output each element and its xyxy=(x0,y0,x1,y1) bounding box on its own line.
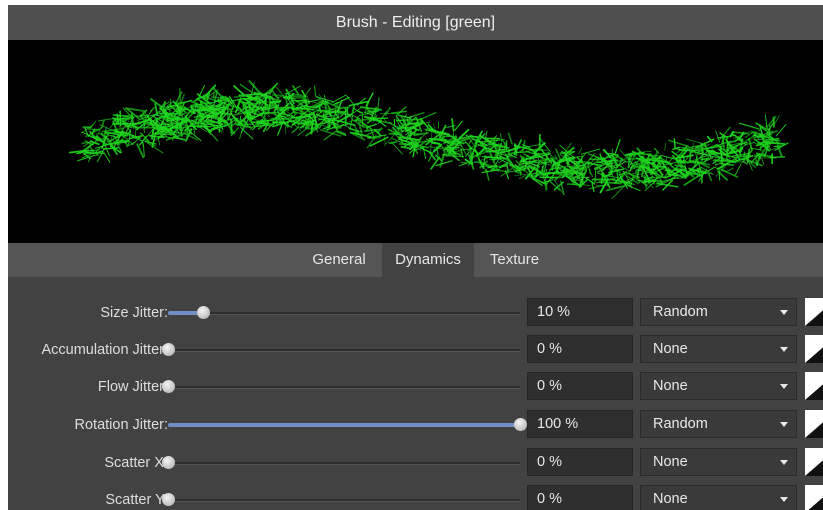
flow-jitter-slider[interactable] xyxy=(162,380,520,393)
size-jitter-slider[interactable] xyxy=(168,306,520,319)
scatter-x-value-field[interactable]: 0 % xyxy=(527,448,633,476)
accumulation-jitter-row: Accumulation Jitter: 0 % None xyxy=(8,332,823,368)
curve-icon xyxy=(808,497,823,510)
size-jitter-mode-dropdown[interactable]: Random xyxy=(640,298,797,326)
slider-fill xyxy=(168,423,520,427)
curve-icon xyxy=(805,384,823,400)
scatter-x-slider[interactable] xyxy=(162,456,520,469)
slider-knob[interactable] xyxy=(162,343,175,356)
accumulation-jitter-mode-dropdown[interactable]: None xyxy=(640,335,797,363)
flow-jitter-label: Flow Jitter: xyxy=(97,379,168,395)
rotation-jitter-label: Rotation Jitter: xyxy=(74,417,169,433)
rotation-jitter-curve-button[interactable] xyxy=(805,410,823,438)
flow-jitter-row: Flow Jitter: 0 % None xyxy=(8,369,823,405)
brush-stroke-preview xyxy=(8,40,823,243)
scatter-y-row: Scatter Y: 0 % None xyxy=(8,482,823,510)
curve-icon xyxy=(805,347,823,363)
dropdown-value: Random xyxy=(653,416,708,432)
tab-bar: General Dynamics Texture xyxy=(8,243,823,277)
brush-bristles xyxy=(68,80,789,199)
flow-jitter-mode-dropdown[interactable]: None xyxy=(640,372,797,400)
scatter-x-curve-button[interactable] xyxy=(805,448,823,476)
scatter-x-row: Scatter X: 0 % None xyxy=(8,445,823,481)
flow-jitter-value-field[interactable]: 0 % xyxy=(527,372,633,400)
window-title: Brush - Editing [green] xyxy=(8,5,823,40)
scatter-y-mode-dropdown[interactable]: None xyxy=(640,485,797,510)
tab-general[interactable]: General xyxy=(300,243,378,277)
slider-knob[interactable] xyxy=(162,493,175,506)
rotation-jitter-value-field[interactable]: 100 % xyxy=(527,410,633,438)
dropdown-value: None xyxy=(653,491,688,507)
curve-icon xyxy=(805,422,823,438)
scatter-x-mode-dropdown[interactable]: None xyxy=(640,448,797,476)
dropdown-value: None xyxy=(653,454,688,470)
slider-knob[interactable] xyxy=(197,306,210,319)
slider-knob[interactable] xyxy=(162,380,175,393)
chevron-down-icon xyxy=(780,347,788,352)
scatter-y-curve-button[interactable] xyxy=(805,485,823,510)
slider-knob[interactable] xyxy=(162,456,175,469)
slider-knob[interactable] xyxy=(514,418,527,431)
chevron-down-icon xyxy=(780,422,788,427)
accumulation-jitter-value-field[interactable]: 0 % xyxy=(527,335,633,363)
size-jitter-curve-button[interactable] xyxy=(805,298,823,326)
scatter-x-label: Scatter X: xyxy=(104,455,168,471)
chevron-down-icon xyxy=(780,460,788,465)
rotation-jitter-mode-dropdown[interactable]: Random xyxy=(640,410,797,438)
stroke-preview-canvas xyxy=(68,80,789,199)
size-jitter-value-field[interactable]: 10 % xyxy=(527,298,633,326)
brush-editor-window: Brush - Editing [green] General Dynamics… xyxy=(8,5,823,510)
chevron-down-icon xyxy=(780,310,788,315)
chevron-down-icon xyxy=(780,497,788,502)
rotation-jitter-row: Rotation Jitter: 100 % Random xyxy=(8,407,823,443)
scatter-y-label: Scatter Y: xyxy=(105,492,168,508)
tab-texture[interactable]: Texture xyxy=(477,243,552,277)
dropdown-value: None xyxy=(653,341,688,357)
accumulation-jitter-label: Accumulation Jitter: xyxy=(41,342,168,358)
accumulation-jitter-slider[interactable] xyxy=(162,343,520,356)
flow-jitter-curve-button[interactable] xyxy=(805,372,823,400)
curve-icon xyxy=(805,460,823,476)
size-jitter-row: Size Jitter: 10 % Random xyxy=(8,295,823,331)
rotation-jitter-slider[interactable] xyxy=(168,418,527,431)
dropdown-value: Random xyxy=(653,304,708,320)
curve-icon xyxy=(805,310,823,326)
scatter-y-slider[interactable] xyxy=(162,493,520,506)
dropdown-value: None xyxy=(653,378,688,394)
scatter-y-value-field[interactable]: 0 % xyxy=(527,485,633,510)
size-jitter-label: Size Jitter: xyxy=(100,305,168,321)
accumulation-jitter-curve-button[interactable] xyxy=(805,335,823,363)
chevron-down-icon xyxy=(780,384,788,389)
tab-dynamics[interactable]: Dynamics xyxy=(382,243,474,277)
